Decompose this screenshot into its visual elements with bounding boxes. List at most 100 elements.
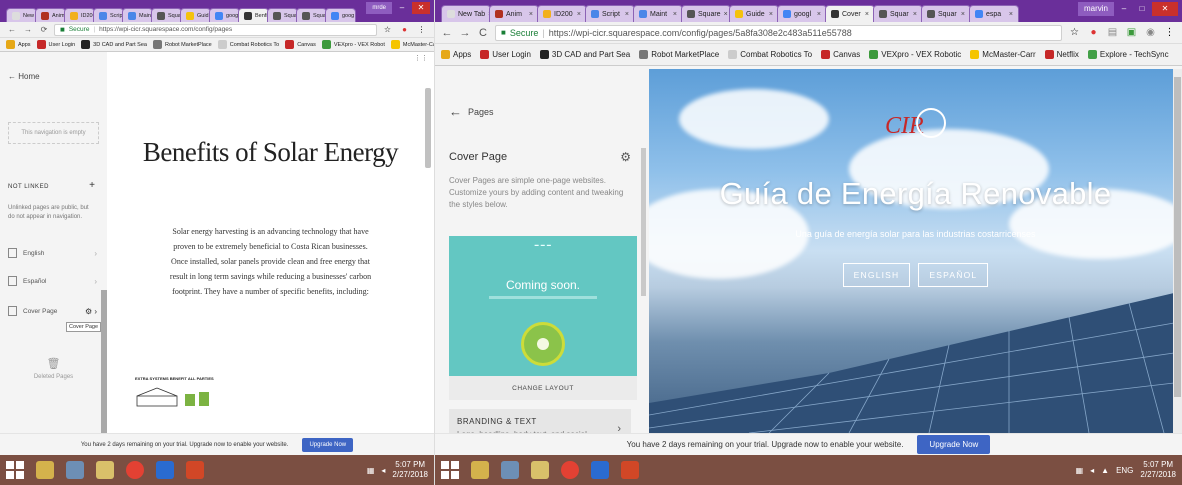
volume-icon[interactable]: ◂: [1090, 466, 1094, 475]
clock[interactable]: 5:07 PM 2/27/2018: [392, 460, 428, 480]
bookmark-item[interactable]: Robot MarketPlace: [152, 40, 212, 49]
tab-11[interactable]: goog×: [325, 8, 356, 22]
tab-close-icon[interactable]: ×: [766, 11, 773, 18]
extension-icon[interactable]: ◉: [1144, 27, 1157, 38]
powerpoint-icon[interactable]: [621, 461, 639, 479]
tab-close-icon[interactable]: ×: [670, 11, 677, 18]
reload-icon[interactable]: C: [477, 27, 489, 39]
espanol-button[interactable]: ESPAÑOL: [918, 263, 989, 287]
close-icon[interactable]: ✕: [1152, 2, 1178, 16]
upgrade-now-button[interactable]: Upgrade Now: [917, 435, 991, 454]
tab-close-icon[interactable]: ×: [721, 11, 728, 18]
tab-1[interactable]: Anima×: [35, 8, 66, 22]
tab-5[interactable]: Squar×: [151, 8, 182, 22]
tab-0[interactable]: New Tab×: [6, 8, 37, 22]
bookmark-item[interactable]: McMaster-Carr: [390, 40, 434, 49]
forward-icon[interactable]: →: [459, 27, 471, 39]
tab-10[interactable]: Squar×: [296, 8, 327, 22]
keyboard-icon[interactable]: ▦: [367, 466, 375, 475]
reload-icon[interactable]: ⟳: [38, 25, 50, 34]
bookmark-item[interactable]: User Login: [36, 40, 75, 49]
tab-7[interactable]: googl×: [209, 8, 240, 22]
bookmark-item[interactable]: Combat Robotics To: [217, 40, 279, 49]
bookmark-item[interactable]: Canvas: [285, 40, 316, 49]
preview-scrollbar[interactable]: [425, 88, 431, 168]
word-icon[interactable]: [156, 461, 174, 479]
bookmark-item[interactable]: Combat Robotics To: [728, 50, 812, 59]
powerpoint-icon[interactable]: [186, 461, 204, 479]
tab-close-icon[interactable]: ×: [526, 11, 533, 18]
tab-3[interactable]: Script×: [93, 8, 124, 22]
tab-close-icon[interactable]: ×: [862, 11, 869, 18]
tab-0[interactable]: New Tab×: [441, 5, 491, 22]
chrome-icon[interactable]: [126, 461, 144, 479]
tab-2[interactable]: ID200×: [537, 5, 587, 22]
bookmark-item[interactable]: Apps: [6, 40, 31, 49]
windows-start-icon[interactable]: [441, 461, 459, 479]
windows-start-icon[interactable]: [6, 461, 24, 479]
tab-5[interactable]: Square ×: [681, 5, 731, 22]
tab-11[interactable]: espa ×: [969, 5, 1019, 22]
profile-button[interactable]: marvin: [1077, 2, 1114, 16]
menu-icon[interactable]: ⋮: [415, 25, 428, 34]
preview-scrollbar[interactable]: [1174, 77, 1181, 397]
tab-4[interactable]: Maint×: [633, 5, 683, 22]
preview-menu-icon[interactable]: ⋮⋮: [414, 54, 428, 62]
folder-icon[interactable]: [96, 461, 114, 479]
bookmark-item[interactable]: 3D CAD and Part Sea: [81, 40, 147, 49]
extension-icon[interactable]: ▣: [1125, 27, 1138, 38]
tab-3[interactable]: Script×: [585, 5, 635, 22]
volume-icon[interactable]: ◂: [381, 466, 385, 475]
minimize-icon[interactable]: –: [394, 2, 410, 14]
page-item-cover-page[interactable]: Cover Page ⚙ ›: [8, 304, 97, 318]
back-icon[interactable]: ←: [441, 27, 453, 39]
tab-close-icon[interactable]: ×: [1006, 11, 1013, 18]
tab-1[interactable]: Anim ×: [489, 5, 539, 22]
sidebar-scrollbar[interactable]: [641, 148, 646, 296]
bookmark-item[interactable]: 3D CAD and Part Sea: [539, 50, 630, 59]
menu-icon[interactable]: ⋮: [1163, 27, 1176, 38]
chrome-icon[interactable]: [561, 461, 579, 479]
english-button[interactable]: ENGLISH: [842, 263, 911, 287]
tab-9[interactable]: Squar×: [873, 5, 923, 22]
close-icon[interactable]: ✕: [412, 2, 430, 14]
tab-2[interactable]: ID200×: [64, 8, 95, 22]
tab-close-icon[interactable]: ×: [622, 11, 629, 18]
layout-thumbnail[interactable]: ▬ ▬ ▬ Coming soon.: [449, 236, 637, 376]
word-icon[interactable]: [591, 461, 609, 479]
star-icon[interactable]: ☆: [381, 25, 394, 34]
search-icon[interactable]: [501, 461, 519, 479]
clock[interactable]: 5:07 PM 2/27/2018: [1140, 460, 1176, 480]
extension-icon[interactable]: ▤: [1106, 27, 1119, 38]
file-explorer-icon[interactable]: [36, 461, 54, 479]
network-icon[interactable]: ▲: [1101, 466, 1109, 475]
tab-10[interactable]: Squar×: [921, 5, 971, 22]
bookmark-item[interactable]: Canvas: [821, 50, 860, 59]
maximize-icon[interactable]: □: [1134, 2, 1150, 16]
tab-4[interactable]: Maint×: [122, 8, 153, 22]
extension-icon[interactable]: ●: [398, 25, 411, 34]
profile-button[interactable]: mrde: [366, 2, 392, 14]
language-indicator[interactable]: ENG: [1116, 466, 1133, 475]
tab-7[interactable]: googl×: [777, 5, 827, 22]
bookmark-item[interactable]: Netflix: [1044, 50, 1079, 59]
search-icon[interactable]: [66, 461, 84, 479]
gear-icon[interactable]: ⚙ ›: [85, 307, 97, 316]
tab-6[interactable]: Guide ×: [729, 5, 779, 22]
bookmark-item[interactable]: Robot MarketPlace: [639, 50, 719, 59]
deleted-pages[interactable]: 🗑 Deleted Pages: [0, 357, 107, 380]
forward-icon[interactable]: →: [22, 25, 34, 34]
star-icon[interactable]: ☆: [1068, 27, 1081, 38]
tab-8[interactable]: Benfi×: [238, 8, 269, 22]
extension-icon[interactable]: ●: [1087, 27, 1100, 38]
tab-close-icon[interactable]: ×: [574, 11, 581, 18]
keyboard-icon[interactable]: ▦: [1076, 466, 1084, 475]
tab-close-icon[interactable]: ×: [814, 11, 821, 18]
back-icon[interactable]: ←: [6, 25, 18, 34]
tab-6[interactable]: Guid×: [180, 8, 211, 22]
tab-close-icon[interactable]: ×: [910, 11, 917, 18]
page-item-english[interactable]: English ›: [8, 246, 97, 260]
bookmark-item[interactable]: Apps: [441, 50, 471, 59]
change-layout-button[interactable]: CHANGE LAYOUT: [449, 376, 637, 400]
tab-8[interactable]: Cover ×: [825, 5, 875, 22]
